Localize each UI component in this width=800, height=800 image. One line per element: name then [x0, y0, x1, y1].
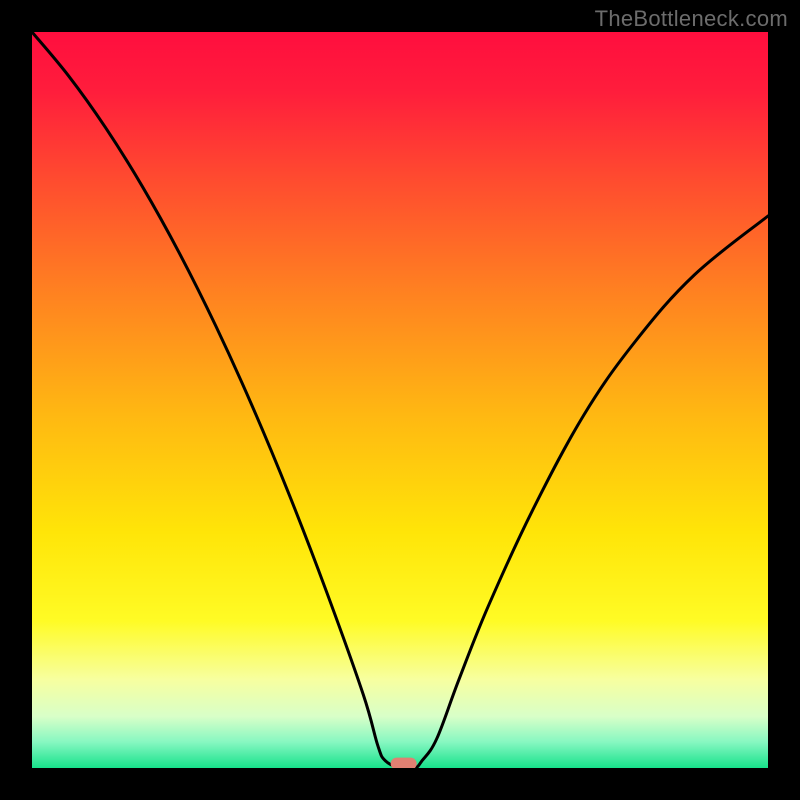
gradient-background: [32, 32, 768, 768]
min-marker: [391, 758, 417, 768]
chart-frame: TheBottleneck.com: [0, 0, 800, 800]
watermark-text: TheBottleneck.com: [595, 6, 788, 32]
chart-svg: [32, 32, 768, 768]
plot-area: [32, 32, 768, 768]
